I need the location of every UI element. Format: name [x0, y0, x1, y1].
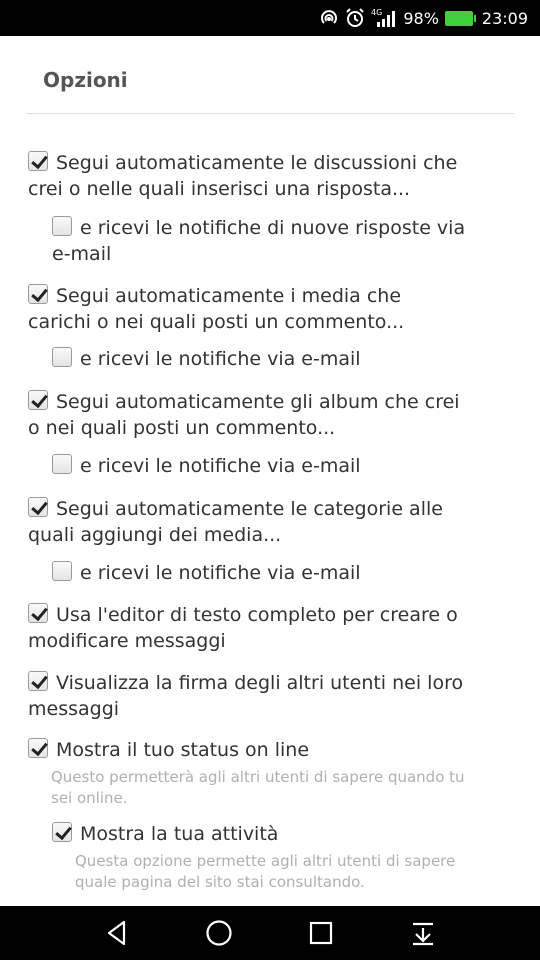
options-panel: Opzioni Segui automaticamente le discuss… [0, 36, 540, 906]
battery-percent: 98% [403, 8, 439, 28]
option-albums-email[interactable]: e ricevi le notifiche via e-mail [52, 453, 361, 479]
option-label: Segui automaticamente gli album che crei [56, 391, 460, 413]
option-media-email[interactable]: e ricevi le notifiche via e-mail [52, 346, 361, 372]
navigation-bar [0, 906, 540, 960]
notifications-pulldown-icon[interactable] [409, 919, 437, 947]
hint-line: quale pagina del sito stai consultando. [75, 873, 365, 891]
option-label: e ricevi le notifiche via e-mail [80, 562, 361, 584]
checkbox[interactable] [52, 216, 72, 236]
checkbox[interactable] [28, 497, 48, 517]
option-label: Visualizza la firma degli altri utenti n… [56, 672, 464, 694]
option-label: e ricevi le notifiche via e-mail [80, 455, 361, 477]
option-label: e ricevi le notifiche via e-mail [80, 348, 361, 370]
option-label: e-mail [52, 243, 112, 265]
section-title: Opzioni [43, 68, 128, 92]
option-hint: Questa opzione permette agli altri utent… [75, 851, 455, 893]
option-follow-categories[interactable]: Segui automaticamente le categorie alle … [28, 496, 443, 548]
option-label: crei o nelle quali inserisci una rispost… [28, 178, 411, 200]
option-label: Segui automaticamente le discussioni che [56, 152, 458, 174]
option-label: o nei quali posti un commento... [28, 417, 336, 439]
checkbox[interactable] [28, 738, 48, 758]
option-label: carichi o nei quali posti un commento... [28, 311, 405, 333]
recents-icon[interactable] [307, 919, 335, 947]
checkbox[interactable] [52, 347, 72, 367]
checkbox[interactable] [28, 151, 48, 171]
option-label: Segui automaticamente i media che [56, 285, 402, 307]
battery-icon [444, 10, 476, 26]
signal-icon: 4G [371, 8, 397, 28]
hint-line: Questo permetterà agli altri utenti di s… [51, 768, 465, 786]
option-online-status[interactable]: Mostra il tuo status on line [28, 737, 309, 763]
option-show-activity[interactable]: Mostra la tua attività [52, 821, 278, 847]
option-label: Mostra la tua attività [80, 823, 279, 845]
option-discussions-email[interactable]: e ricevi le notifiche di nuove risposte … [52, 215, 512, 267]
option-hint: Questo permetterà agli altri utenti di s… [51, 767, 465, 809]
back-icon[interactable] [103, 919, 131, 947]
hint-line: Questa opzione permette agli altri utent… [75, 852, 456, 870]
checkbox[interactable] [52, 454, 72, 474]
network-label: 4G [371, 8, 382, 17]
checkbox[interactable] [28, 603, 48, 623]
checkbox[interactable] [28, 284, 48, 304]
option-full-editor[interactable]: Usa l'editor di testo completo per crear… [28, 602, 458, 654]
hotspot-icon [319, 9, 339, 27]
option-follow-albums[interactable]: Segui automaticamente gli album che crei… [28, 389, 460, 441]
option-categories-email[interactable]: e ricevi le notifiche via e-mail [52, 560, 361, 586]
option-label: Usa l'editor di testo completo per crear… [56, 604, 458, 626]
option-label: Segui automaticamente le categorie alle [56, 498, 443, 520]
option-follow-media[interactable]: Segui automaticamente i media che carich… [28, 283, 404, 335]
option-label: e ricevi le notifiche di nuove risposte … [80, 217, 466, 239]
option-follow-discussions[interactable]: Segui automaticamente le discussioni che… [28, 150, 457, 202]
alarm-icon [345, 8, 365, 28]
checkbox[interactable] [52, 561, 72, 581]
option-label: Mostra il tuo status on line [56, 739, 310, 761]
home-icon[interactable] [205, 919, 233, 947]
checkbox[interactable] [28, 390, 48, 410]
option-show-signatures[interactable]: Visualizza la firma degli altri utenti n… [28, 670, 463, 722]
clock: 23:09 [481, 8, 528, 28]
option-label: modificare messaggi [28, 630, 226, 652]
checkbox[interactable] [28, 671, 48, 691]
checkbox[interactable] [52, 822, 72, 842]
option-label: messaggi [28, 698, 120, 720]
option-label: quali aggiungi dei media... [28, 524, 282, 546]
status-bar: 4G 98% 23:09 [0, 0, 540, 36]
hint-line: sei online. [51, 789, 128, 807]
divider [26, 113, 514, 114]
